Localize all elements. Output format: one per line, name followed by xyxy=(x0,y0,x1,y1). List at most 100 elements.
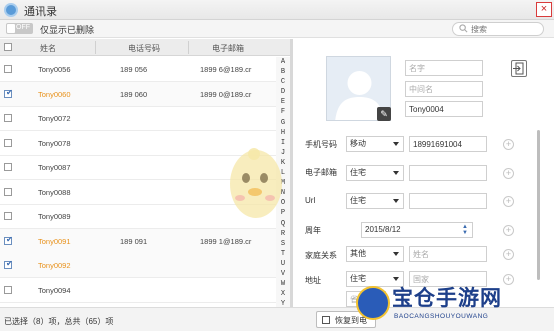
row-name: Tony0088 xyxy=(38,187,71,197)
row-name: Tony0092 xyxy=(38,261,71,270)
watermark-logo: 宝仓手游网 BAOCANGSHOUYOUWANG xyxy=(354,280,550,330)
search-box[interactable] xyxy=(452,22,544,36)
alphabet-letter[interactable]: Y xyxy=(276,299,290,307)
url-type-dropdown[interactable]: 住宅 xyxy=(346,193,404,209)
detail-scrollbar[interactable] xyxy=(537,130,540,280)
email-label: 电子邮箱 xyxy=(305,168,337,177)
alphabet-letter[interactable]: S xyxy=(276,239,290,249)
table-row[interactable]: ✔ Tony0091 189 091 1899 1@189.cr xyxy=(0,228,276,254)
alphabet-letter[interactable]: U xyxy=(276,259,290,269)
row-checkbox[interactable]: ✔ xyxy=(4,87,13,98)
first-name-field[interactable] xyxy=(405,60,483,76)
row-name: Tony0078 xyxy=(38,138,71,148)
row-name: Tony0056 xyxy=(38,65,71,74)
middle-name-field[interactable] xyxy=(405,81,483,97)
email-type-dropdown[interactable]: 住宅 xyxy=(346,165,404,181)
add-date-button[interactable]: + xyxy=(503,225,514,236)
row-checkbox[interactable] xyxy=(4,114,12,122)
row-phone: 189 056 xyxy=(120,65,148,74)
selection-summary: 已选择（8）项，总共（65）项 xyxy=(4,317,114,326)
relation-type-value: 其他 xyxy=(350,249,366,258)
phone-type-dropdown[interactable]: 移动 xyxy=(346,136,404,152)
row-checkbox[interactable]: ✔ xyxy=(4,235,13,245)
table-row[interactable]: Tony0056 189 056 1899 6@189.cr xyxy=(0,57,276,82)
chevron-down-icon xyxy=(393,171,399,175)
export-contact-button[interactable] xyxy=(511,60,527,77)
row-checkbox[interactable] xyxy=(4,163,12,171)
alphabet-letter[interactable]: A xyxy=(276,57,290,67)
table-row[interactable]: ✔ Tony0060 189 060 1899 0@189.cr xyxy=(0,81,276,107)
restore-icon xyxy=(322,316,330,324)
row-checkbox[interactable]: ✔ xyxy=(4,259,13,269)
date-spinner-icon[interactable]: ▲ ▼ xyxy=(462,224,468,236)
row-checkbox[interactable] xyxy=(4,285,12,294)
row-email: 1899 1@189.cr xyxy=(200,236,252,246)
table-row[interactable]: Tony0094 xyxy=(0,278,276,303)
alphabet-letter[interactable]: B xyxy=(276,67,290,77)
alphabet-letter[interactable]: V xyxy=(276,269,290,279)
row-name: Tony0087 xyxy=(38,163,71,172)
address-label: 地址 xyxy=(305,276,321,285)
row-name: Tony0091 xyxy=(38,236,71,246)
phone-type-value: 移动 xyxy=(350,139,366,148)
alphabet-letter[interactable]: E xyxy=(276,97,290,107)
watermark-disc xyxy=(356,286,390,320)
contacts-app-icon xyxy=(4,3,18,17)
select-all-checkbox[interactable] xyxy=(4,43,12,51)
chevron-down-icon xyxy=(393,142,399,146)
list-header: 姓名 电话号码 电子邮箱 xyxy=(0,39,290,56)
toolbar: OFF 仅显示已删除 xyxy=(0,20,554,38)
alphabet-letter[interactable]: W xyxy=(276,279,290,289)
alphabet-letter[interactable]: X xyxy=(276,289,290,299)
email-field[interactable] xyxy=(409,165,487,181)
url-field[interactable] xyxy=(409,193,487,209)
add-url-button[interactable]: + xyxy=(503,196,514,207)
add-relation-button[interactable]: + xyxy=(503,249,514,260)
chevron-down-icon xyxy=(393,252,399,256)
relation-type-dropdown[interactable]: 其他 xyxy=(346,246,404,262)
window-title: 通讯录 xyxy=(24,6,57,18)
table-row[interactable]: ✔ Tony0092 xyxy=(0,253,276,278)
alphabet-letter[interactable]: F xyxy=(276,107,290,117)
row-checkbox[interactable] xyxy=(4,187,12,196)
title-bar: 通讯录 × xyxy=(0,0,554,20)
check-icon: ✔ xyxy=(6,259,13,268)
header-email: 电子邮箱 xyxy=(212,44,244,53)
row-checkbox[interactable] xyxy=(4,212,12,220)
row-checkbox[interactable] xyxy=(4,138,12,147)
show-deleted-toggle[interactable]: OFF xyxy=(6,23,33,34)
last-name-field[interactable] xyxy=(405,101,483,117)
add-phone-button[interactable]: + xyxy=(503,139,514,150)
search-input[interactable] xyxy=(471,24,539,34)
export-icon xyxy=(513,62,524,75)
relation-name-field[interactable] xyxy=(409,246,487,262)
edit-avatar-button[interactable]: ✎ xyxy=(377,107,391,121)
chevron-down-icon xyxy=(393,199,399,203)
watermark-title: 宝仓手游网 xyxy=(392,286,502,310)
close-button[interactable]: × xyxy=(536,2,552,17)
header-name: 姓名 xyxy=(40,44,56,53)
anniversary-value: 2015/8/12 xyxy=(365,225,401,234)
alphabet-letter[interactable]: C xyxy=(276,77,290,87)
row-phone: 189 060 xyxy=(120,89,148,99)
row-phone: 189 091 xyxy=(120,236,148,246)
row-name: Tony0094 xyxy=(38,285,71,295)
row-checkbox[interactable] xyxy=(4,65,12,73)
email-type-value: 住宅 xyxy=(350,168,366,177)
anniversary-date-picker[interactable]: 2015/8/12 ▲ ▼ xyxy=(361,222,473,238)
anniversary-label: 周年 xyxy=(305,226,321,235)
alphabet-letter[interactable]: D xyxy=(276,87,290,97)
check-icon: ✔ xyxy=(6,87,13,97)
add-email-button[interactable]: + xyxy=(503,168,514,179)
search-icon xyxy=(459,24,468,33)
toggle-state-text: OFF xyxy=(16,24,30,31)
phone-label: 手机号码 xyxy=(305,140,337,149)
header-phone: 电话号码 xyxy=(128,44,160,53)
watermark-mascot xyxy=(230,148,282,218)
phone-field[interactable] xyxy=(409,136,487,152)
url-label: Url xyxy=(305,196,316,205)
show-deleted-label: 仅显示已删除 xyxy=(40,25,95,35)
row-name: Tony0072 xyxy=(38,114,71,123)
alphabet-letter[interactable]: T xyxy=(276,249,290,259)
relation-label: 家庭关系 xyxy=(305,251,337,260)
